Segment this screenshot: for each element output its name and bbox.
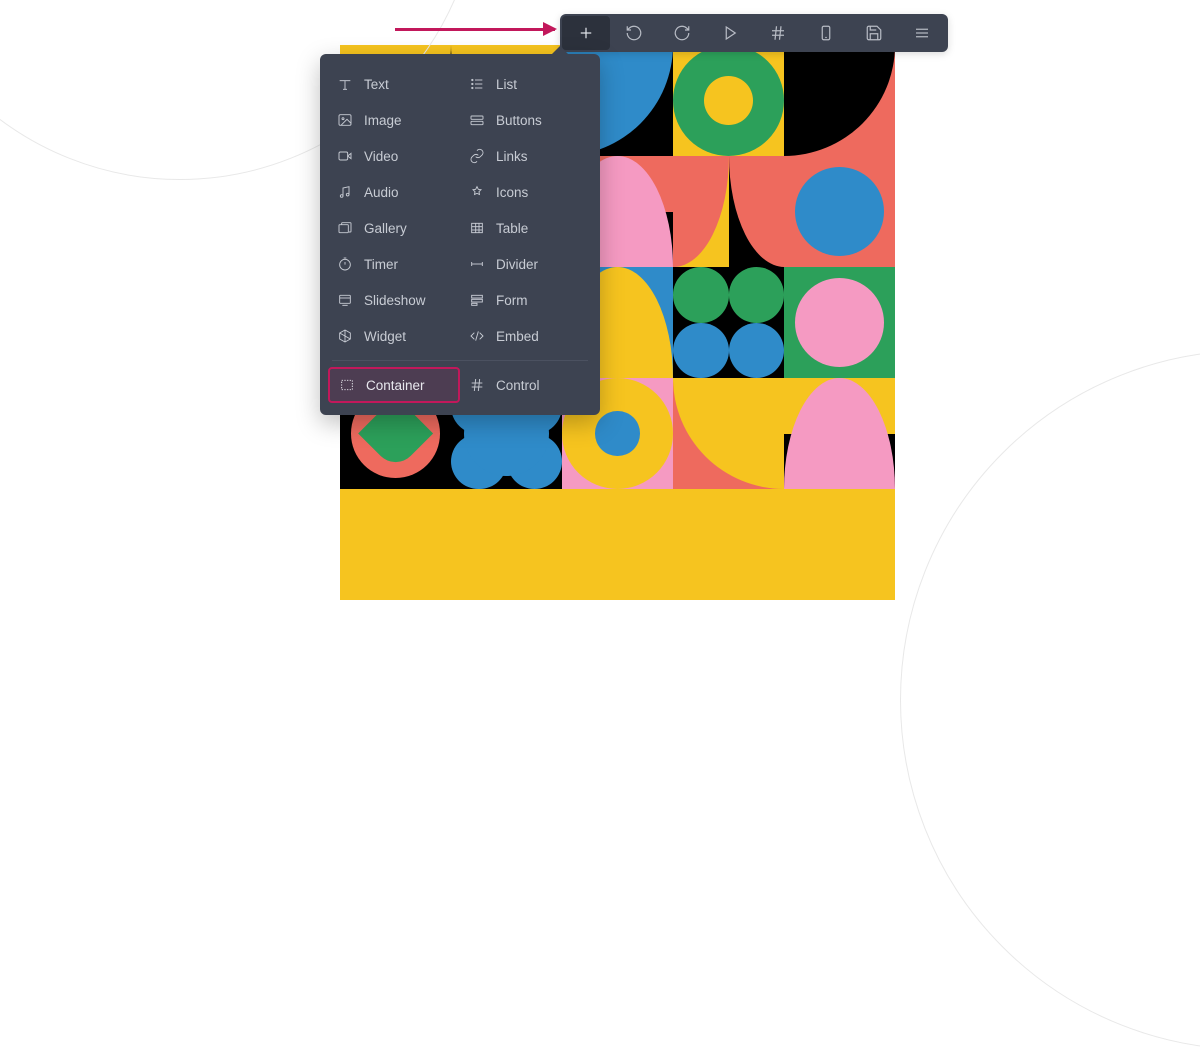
- container-icon: [338, 376, 356, 394]
- menu-icon: [913, 24, 931, 42]
- video-icon: [336, 147, 354, 165]
- menu-button[interactable]: [898, 16, 946, 50]
- menu-item-embed[interactable]: Embed: [460, 318, 592, 354]
- menu-separator: [332, 360, 588, 361]
- annotation-arrow: [395, 28, 555, 31]
- device-button[interactable]: [802, 16, 850, 50]
- menu-item-label: Divider: [496, 257, 538, 272]
- image-icon: [336, 111, 354, 129]
- add-menu-left-column: Text Image Video Audio Gallery Timer: [328, 66, 460, 354]
- plus-icon: [577, 24, 595, 42]
- menu-item-label: Icons: [496, 185, 528, 200]
- play-icon: [721, 24, 739, 42]
- menu-item-label: Links: [496, 149, 528, 164]
- timer-icon: [336, 255, 354, 273]
- menu-item-label: Timer: [364, 257, 398, 272]
- menu-item-form[interactable]: Form: [460, 282, 592, 318]
- menu-item-gallery[interactable]: Gallery: [328, 210, 460, 246]
- list-icon: [468, 75, 486, 93]
- icons-icon: [468, 183, 486, 201]
- grid-button[interactable]: [754, 16, 802, 50]
- menu-item-timer[interactable]: Timer: [328, 246, 460, 282]
- form-icon: [468, 291, 486, 309]
- widget-icon: [336, 327, 354, 345]
- menu-item-container[interactable]: Container: [328, 367, 460, 403]
- embed-icon: [468, 327, 486, 345]
- menu-item-label: Gallery: [364, 221, 407, 236]
- add-menu-right-column: List Buttons Links Icons Table Divider: [460, 66, 592, 354]
- undo-icon: [625, 24, 643, 42]
- control-icon: [468, 376, 486, 394]
- menu-item-icons[interactable]: Icons: [460, 174, 592, 210]
- menu-item-label: Table: [496, 221, 528, 236]
- add-element-menu: Text Image Video Audio Gallery Timer: [320, 54, 600, 415]
- save-icon: [865, 24, 883, 42]
- redo-button[interactable]: [658, 16, 706, 50]
- menu-item-image[interactable]: Image: [328, 102, 460, 138]
- buttons-icon: [468, 111, 486, 129]
- add-button[interactable]: [562, 16, 610, 50]
- redo-icon: [673, 24, 691, 42]
- slideshow-icon: [336, 291, 354, 309]
- editor-toolbar: [560, 14, 948, 52]
- menu-item-label: Widget: [364, 329, 406, 344]
- menu-item-links[interactable]: Links: [460, 138, 592, 174]
- menu-item-list[interactable]: List: [460, 66, 592, 102]
- menu-item-label: Video: [364, 149, 398, 164]
- mobile-icon: [817, 24, 835, 42]
- menu-item-label: Audio: [364, 185, 399, 200]
- menu-item-label: Embed: [496, 329, 539, 344]
- menu-item-divider[interactable]: Divider: [460, 246, 592, 282]
- links-icon: [468, 147, 486, 165]
- menu-item-control[interactable]: Control: [460, 367, 592, 403]
- menu-item-video[interactable]: Video: [328, 138, 460, 174]
- menu-item-label: Container: [366, 378, 425, 393]
- preview-button[interactable]: [706, 16, 754, 50]
- audio-icon: [336, 183, 354, 201]
- menu-item-buttons[interactable]: Buttons: [460, 102, 592, 138]
- menu-item-label: Form: [496, 293, 528, 308]
- menu-item-label: Buttons: [496, 113, 542, 128]
- divider-icon: [468, 255, 486, 273]
- menu-item-audio[interactable]: Audio: [328, 174, 460, 210]
- table-icon: [468, 219, 486, 237]
- decorative-curve: [900, 350, 1200, 1050]
- menu-item-table[interactable]: Table: [460, 210, 592, 246]
- undo-button[interactable]: [610, 16, 658, 50]
- menu-item-label: Slideshow: [364, 293, 426, 308]
- menu-item-label: Control: [496, 378, 540, 393]
- menu-item-widget[interactable]: Widget: [328, 318, 460, 354]
- text-icon: [336, 75, 354, 93]
- hash-icon: [769, 24, 787, 42]
- menu-item-label: Text: [364, 77, 389, 92]
- menu-item-text[interactable]: Text: [328, 66, 460, 102]
- save-button[interactable]: [850, 16, 898, 50]
- gallery-icon: [336, 219, 354, 237]
- menu-item-label: List: [496, 77, 517, 92]
- menu-item-slideshow[interactable]: Slideshow: [328, 282, 460, 318]
- menu-item-label: Image: [364, 113, 402, 128]
